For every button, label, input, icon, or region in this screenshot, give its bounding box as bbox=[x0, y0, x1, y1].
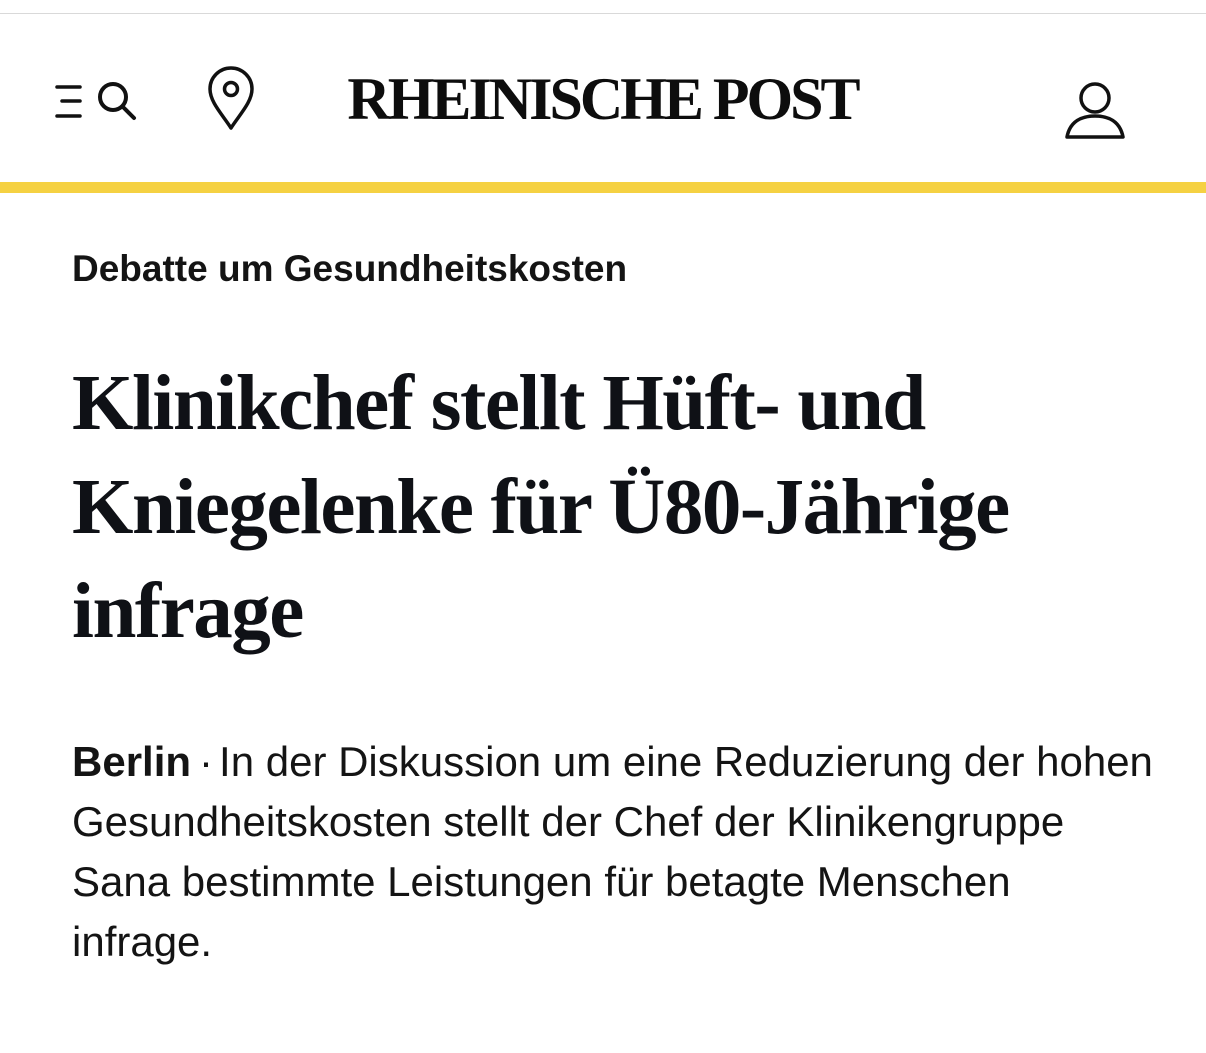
article-teaser-text: In der Diskussion um eine Reduzierung de… bbox=[72, 738, 1153, 965]
site-header: RHEINISCHE POST bbox=[0, 14, 1206, 182]
user-account-icon bbox=[1065, 82, 1125, 139]
article-dateline: Berlin bbox=[72, 738, 192, 785]
article-teaser: Berlin · In der Diskussion um eine Reduzie… bbox=[72, 732, 1162, 972]
menu-icon bbox=[55, 85, 82, 118]
article-headline[interactable]: Klinikchef stellt Hüft- und Kniegelenke … bbox=[72, 352, 1152, 664]
menu-search-button[interactable] bbox=[50, 72, 144, 128]
account-button[interactable] bbox=[1058, 78, 1132, 142]
dateline-separator: · bbox=[199, 738, 214, 785]
search-icon bbox=[98, 82, 136, 120]
article-kicker: Debatte um Gesundheitskosten bbox=[72, 248, 628, 289]
brand-accent-bar bbox=[0, 182, 1206, 193]
site-logo[interactable]: RHEINISCHE POST bbox=[347, 64, 860, 134]
location-pin-icon bbox=[208, 66, 254, 130]
location-button[interactable] bbox=[200, 66, 262, 132]
